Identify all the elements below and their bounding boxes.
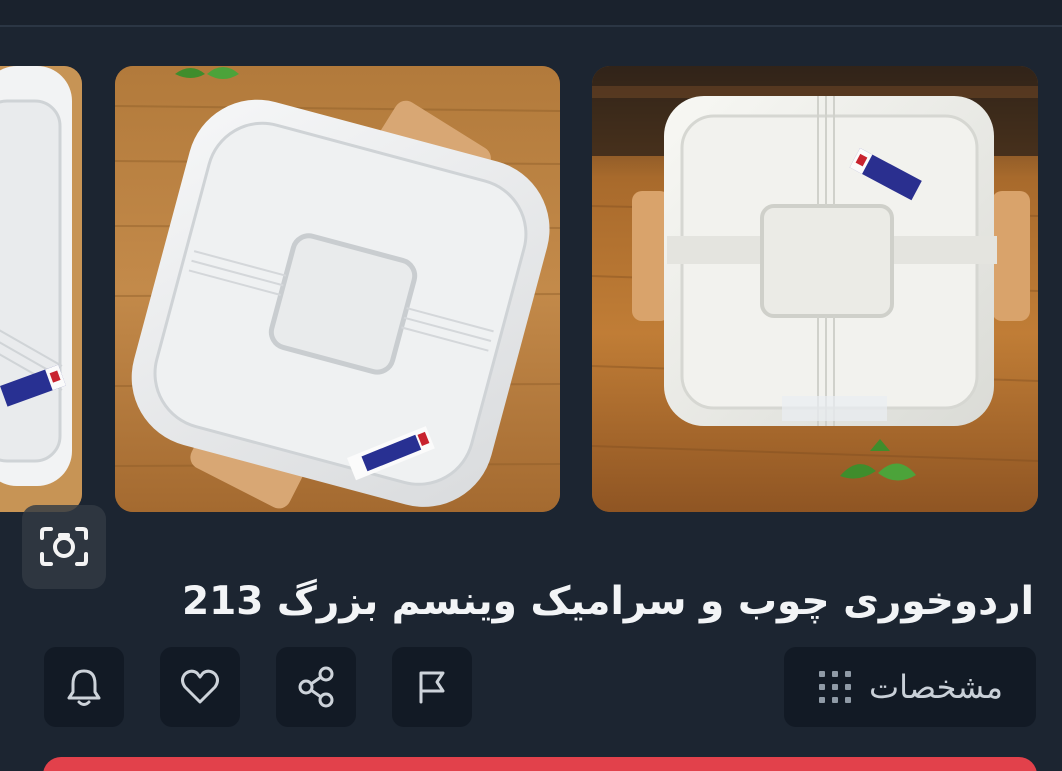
bell-icon (67, 669, 101, 706)
heart-icon (181, 669, 219, 704)
grid-dots-icon (819, 671, 852, 703)
camera-icon (40, 527, 88, 566)
flag-icon (419, 671, 445, 704)
product-image-3[interactable] (0, 66, 82, 512)
top-bar (0, 0, 1062, 27)
product-image-2[interactable] (115, 66, 560, 512)
product-image-1-graphic (592, 66, 1038, 512)
product-image-1[interactable] (592, 66, 1038, 512)
specifications-button[interactable]: مشخصات (784, 647, 1036, 727)
specifications-label: مشخصات (869, 668, 1003, 706)
product-title: اردوخوری چوب و سرامیک وینسم بزرگ 213 (181, 579, 1034, 625)
favorite-button[interactable] (160, 647, 240, 727)
primary-cta-bar[interactable] (43, 757, 1037, 771)
report-button[interactable] (392, 647, 472, 727)
product-image-3-graphic (0, 66, 82, 512)
share-icon (298, 666, 334, 708)
image-gallery[interactable] (0, 66, 1062, 589)
camera-search-button[interactable] (22, 505, 106, 589)
notify-button[interactable] (44, 647, 124, 727)
share-button[interactable] (276, 647, 356, 727)
product-page: اردوخوری چوب و سرامیک وینسم بزرگ 213 مشخ… (0, 0, 1062, 771)
product-actions (44, 647, 472, 727)
product-image-2-graphic (115, 66, 560, 512)
